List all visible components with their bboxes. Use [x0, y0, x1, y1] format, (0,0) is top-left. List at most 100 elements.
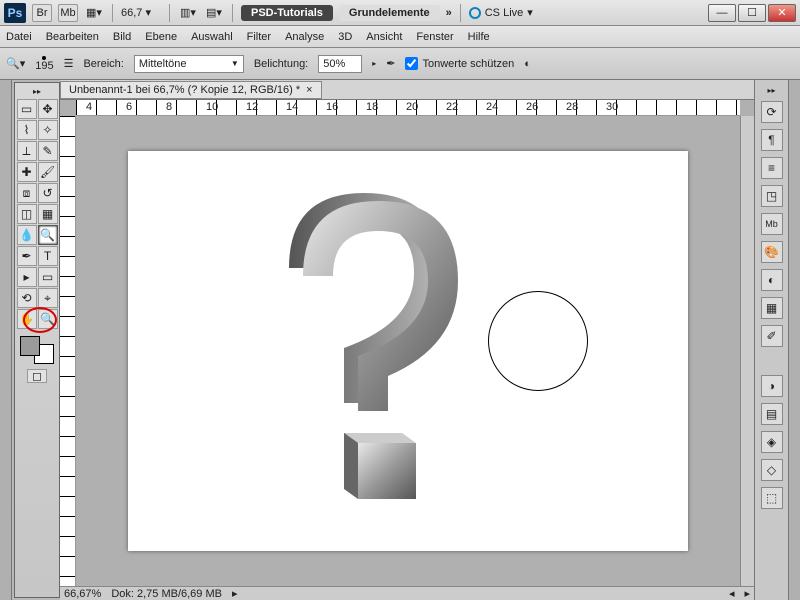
foreground-color[interactable] — [20, 336, 40, 356]
status-zoom[interactable]: 66,67% — [64, 588, 101, 600]
brush-cursor-circle — [488, 291, 588, 391]
tool-type[interactable]: T — [38, 246, 58, 266]
document-tab[interactable]: Unbenannt-1 bei 66,7% (? Kopie 12, RGB/1… — [60, 81, 322, 99]
tool-3d-camera[interactable]: ⌖ — [38, 288, 58, 308]
scrollbar-vertical[interactable] — [740, 116, 754, 586]
menubar: Datei Bearbeiten Bild Ebene Auswahl Filt… — [0, 26, 800, 48]
left-dock-strip[interactable] — [0, 80, 12, 600]
menu-fenster[interactable]: Fenster — [416, 31, 453, 43]
panel-paths-icon[interactable]: ◇ — [761, 459, 783, 481]
tool-hand[interactable]: ✋ — [17, 309, 37, 329]
titlebar: Ps Br Mb ▦▾ 66,7 ▾ ▥▾ ▤▾ PSD-Tutorials G… — [0, 0, 800, 26]
tool-stamp[interactable]: ⧈ — [17, 183, 37, 203]
tool-move[interactable]: ✥ — [38, 99, 58, 119]
minibridge-button[interactable]: Mb — [58, 4, 78, 22]
ruler-vertical[interactable] — [60, 116, 76, 586]
airbrush-icon[interactable]: ✒ — [386, 57, 395, 70]
arrange-icon[interactable]: ▥▾ — [178, 4, 198, 22]
exposure-field[interactable]: 50% — [318, 55, 362, 73]
panel-color-icon[interactable]: 🎨 — [761, 241, 783, 263]
menu-filter[interactable]: Filter — [247, 31, 271, 43]
screen-mode-icon[interactable]: ▦▾ — [84, 4, 104, 22]
menu-bearbeiten[interactable]: Bearbeiten — [46, 31, 99, 43]
panel-swatches-icon[interactable]: ▦ — [761, 297, 783, 319]
maximize-button[interactable]: ☐ — [738, 4, 766, 22]
brush-panel-icon[interactable]: ☰ — [64, 57, 74, 70]
menu-3d[interactable]: 3D — [338, 31, 352, 43]
protect-tones-checkbox[interactable]: Tonwerte schützen — [405, 57, 514, 70]
tool-marquee[interactable]: ▭ — [17, 99, 37, 119]
tool-eraser[interactable]: ◫ — [17, 204, 37, 224]
panel-minibridge-icon[interactable]: Mb — [761, 213, 783, 235]
extras-icon[interactable]: ▤▾ — [204, 4, 224, 22]
menu-bild[interactable]: Bild — [113, 31, 131, 43]
range-dropdown[interactable]: Mitteltöne▼ — [134, 55, 244, 73]
exposure-stepper-icon[interactable]: ▸ — [372, 59, 376, 68]
zoom-level[interactable]: 66,7 ▾ — [121, 6, 161, 19]
panel-navigator-icon[interactable]: ◳ — [761, 185, 783, 207]
document-tabs: Unbenannt-1 bei 66,7% (? Kopie 12, RGB/1… — [60, 80, 754, 100]
tool-pen[interactable]: ✒ — [17, 246, 37, 266]
tool-wand[interactable]: ✧ — [38, 120, 58, 140]
toolbox-grip-icon[interactable]: ▸▸ — [33, 87, 41, 96]
right-panel-dock: ▸▸ ⟳ ¶ ≡ ◳ Mb 🎨 ◐ ▦ ✐ ◑ ▤ ◈ ◇ ⬚ — [754, 80, 788, 600]
panel-paragraph-icon[interactable]: ≡ — [761, 157, 783, 179]
panel-history-icon[interactable]: ⟳ — [761, 101, 783, 123]
right-dock-strip[interactable] — [788, 80, 800, 600]
tool-brush[interactable]: 🖌 — [38, 162, 58, 182]
tool-3d-rotate[interactable]: ⟲ — [17, 288, 37, 308]
status-dok[interactable]: Dok: 2,75 MB/6,69 MB — [111, 588, 222, 600]
scroll-left-icon[interactable]: ◂ — [729, 587, 735, 600]
tool-zoom[interactable]: 🔍 — [38, 309, 58, 329]
panel-layers-icon[interactable]: ▤ — [761, 403, 783, 425]
cslive-button[interactable]: CS Live ▾ — [469, 6, 533, 19]
tool-lasso[interactable]: ⌇ — [17, 120, 37, 140]
pressure-icon[interactable]: ◐ — [524, 58, 531, 70]
brush-preset[interactable]: 195 — [35, 56, 53, 72]
menu-hilfe[interactable]: Hilfe — [468, 31, 490, 43]
canvas[interactable] — [76, 116, 740, 586]
panel-adjustments-icon[interactable]: ◐ — [761, 269, 783, 291]
tool-crop[interactable]: ⟂ — [17, 141, 37, 161]
ruler-horizontal[interactable]: 46 810 1214 1618 2022 2426 2830 — [76, 100, 740, 116]
workspace-psd-tutorials[interactable]: PSD-Tutorials — [241, 5, 333, 21]
question-mark-graphic — [258, 181, 478, 521]
range-label: Bereich: — [83, 58, 123, 70]
menu-auswahl[interactable]: Auswahl — [191, 31, 233, 43]
close-tab-icon[interactable]: × — [306, 84, 312, 96]
tool-heal[interactable]: ✚ — [17, 162, 37, 182]
tool-blur[interactable]: 💧 — [17, 225, 37, 245]
tool-shape[interactable]: ▭ — [38, 267, 58, 287]
tool-path-select[interactable]: ▸ — [17, 267, 37, 287]
tool-eyedropper[interactable]: ✎ — [38, 141, 58, 161]
panel-character-icon[interactable]: ¶ — [761, 129, 783, 151]
menu-ebene[interactable]: Ebene — [145, 31, 177, 43]
dock-grip-icon[interactable]: ▸▸ — [767, 86, 775, 95]
panel-brush-icon[interactable]: ✐ — [761, 325, 783, 347]
panel-3d-icon[interactable]: ⬚ — [761, 487, 783, 509]
panel-masks-icon[interactable]: ◑ — [761, 375, 783, 397]
color-swatch[interactable] — [20, 336, 54, 364]
close-button[interactable]: ✕ — [768, 4, 796, 22]
tool-gradient[interactable]: ▦ — [38, 204, 58, 224]
status-more-icon[interactable]: ▸ — [232, 587, 238, 600]
status-bar: 66,67% Dok: 2,75 MB/6,69 MB ▸ ◂ ▸ — [60, 586, 754, 600]
app-logo-icon[interactable]: Ps — [4, 3, 26, 23]
cslive-icon — [469, 7, 481, 19]
menu-datei[interactable]: Datei — [6, 31, 32, 43]
options-bar: 🔍▾ 195 ☰ Bereich: Mitteltöne▼ Belichtung… — [0, 48, 800, 80]
brush-dot-icon — [42, 56, 46, 60]
document-page[interactable] — [128, 151, 688, 551]
tool-history-brush[interactable]: ↺ — [38, 183, 58, 203]
tool-dodge[interactable]: 🔍 — [38, 225, 58, 245]
tool-preset-icon[interactable]: 🔍▾ — [6, 57, 25, 70]
menu-ansicht[interactable]: Ansicht — [366, 31, 402, 43]
scroll-right-icon[interactable]: ▸ — [744, 587, 750, 600]
workspace-more-icon[interactable]: » — [446, 7, 452, 19]
panel-channels-icon[interactable]: ◈ — [761, 431, 783, 453]
minimize-button[interactable]: — — [708, 4, 736, 22]
menu-analyse[interactable]: Analyse — [285, 31, 324, 43]
workspace-grundelemente[interactable]: Grundelemente — [339, 5, 440, 21]
quickmask-button[interactable]: ◻ — [27, 369, 47, 383]
bridge-button[interactable]: Br — [32, 4, 52, 22]
